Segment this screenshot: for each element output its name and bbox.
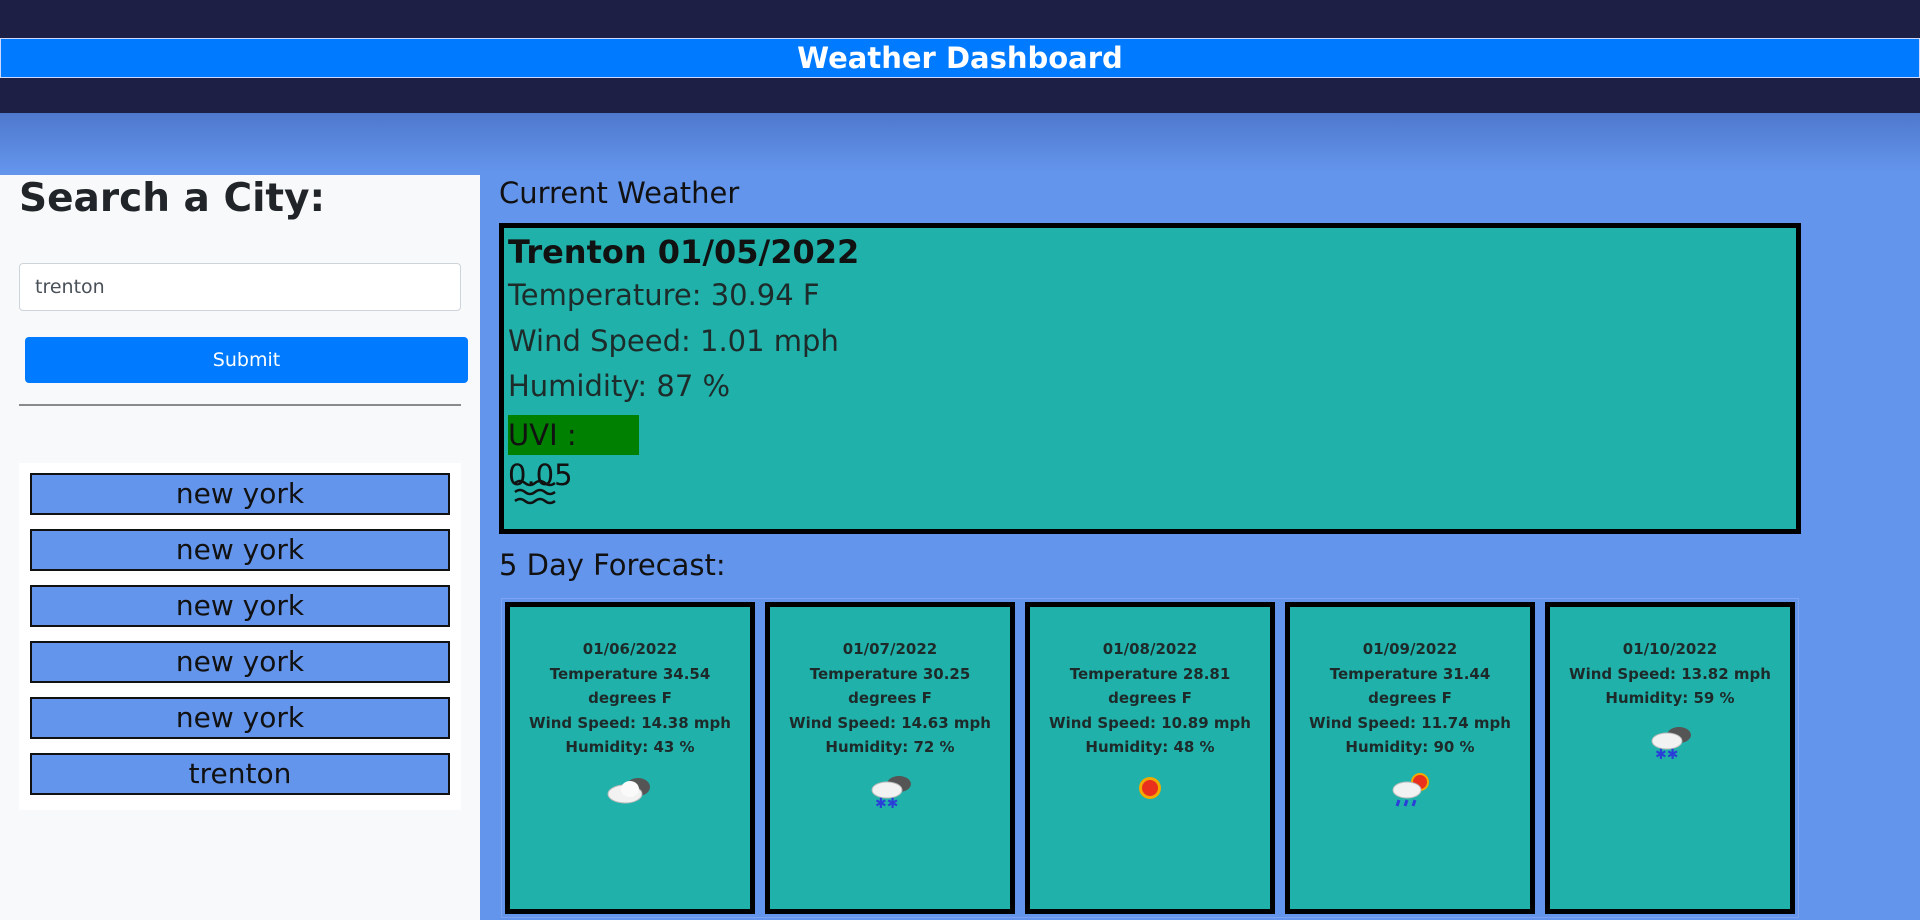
forecast-date: 01/10/2022 xyxy=(1622,640,1718,658)
svg-text:✱✱: ✱✱ xyxy=(1655,747,1678,761)
forecast-date: 01/07/2022 xyxy=(842,640,938,658)
snow-cloud-icon: ✱✱ xyxy=(1651,726,1691,761)
forecast-wind: Wind Speed: 10.89 mph xyxy=(1049,713,1251,732)
forecast-card: 01/08/2022 Temperature 28.81 degrees F W… xyxy=(1025,602,1275,914)
forecast-humidity: Humidity: 72 % xyxy=(825,738,955,756)
city-search-input[interactable] xyxy=(19,263,461,311)
forecast-temp-unit: degrees F xyxy=(588,689,672,707)
forecast-humidity: Humidity: 59 % xyxy=(1605,689,1735,707)
history-item[interactable]: new york xyxy=(30,473,450,515)
forecast-row: 01/06/2022 Temperature 34.54 degrees F W… xyxy=(501,598,1799,918)
current-wind: Wind Speed: 1.01 mph xyxy=(508,324,839,358)
history-item[interactable]: trenton xyxy=(30,753,450,795)
svg-text:✱✱: ✱✱ xyxy=(875,796,898,810)
forecast-temp-unit: degrees F xyxy=(1368,689,1452,707)
forecast-temp-unit: degrees F xyxy=(1108,689,1192,707)
current-weather-heading: Current Weather xyxy=(499,176,740,210)
forecast-wind: Wind Speed: 14.63 mph xyxy=(789,713,991,732)
cloudy-icon xyxy=(607,777,650,803)
forecast-date: 01/09/2022 xyxy=(1362,640,1458,658)
forecast-date: 01/06/2022 xyxy=(582,640,678,658)
history-item[interactable]: new york xyxy=(30,697,450,739)
forecast-card: 01/06/2022 Temperature 34.54 degrees F W… xyxy=(505,602,755,914)
forecast-heading: 5 Day Forecast: xyxy=(499,548,726,582)
forecast-temp: Temperature 31.44 xyxy=(1329,664,1491,683)
rain-sun-icon xyxy=(1392,772,1429,806)
forecast-temp: Temperature 34.54 xyxy=(549,664,711,683)
divider xyxy=(19,404,461,406)
history-item[interactable]: new york xyxy=(30,585,450,627)
title-bar: Weather Dashboard xyxy=(0,38,1920,78)
header-shadow xyxy=(0,113,1920,173)
current-humidity: Humidity: 87 % xyxy=(508,369,731,403)
forecast-date: 01/08/2022 xyxy=(1102,640,1198,658)
forecast-humidity: Humidity: 90 % xyxy=(1345,738,1475,756)
history-item[interactable]: new york xyxy=(30,641,450,683)
search-title: Search a City: xyxy=(19,176,326,221)
forecast-card: 01/07/2022 Temperature 30.25 degrees F W… xyxy=(765,602,1015,914)
forecast-humidity: Humidity: 48 % xyxy=(1085,738,1215,756)
forecast-temp: Temperature 30.25 xyxy=(809,664,971,683)
page-title: Weather Dashboard xyxy=(797,41,1123,75)
current-weather-card: Trenton 01/05/2022 Temperature: 30.94 F … xyxy=(499,223,1801,534)
current-temperature: Temperature: 30.94 F xyxy=(508,278,820,312)
submit-button[interactable]: Submit xyxy=(25,337,468,383)
forecast-temp-unit: degrees F xyxy=(848,689,932,707)
forecast-temp: Temperature 28.81 xyxy=(1069,664,1231,683)
forecast-wind: Wind Speed: 13.82 mph xyxy=(1569,664,1771,683)
forecast-card: 01/09/2022 Temperature 31.44 degrees F W… xyxy=(1285,602,1535,914)
sun-icon xyxy=(1139,776,1161,799)
city-date: Trenton 01/05/2022 xyxy=(508,233,860,271)
forecast-card: 01/10/2022 Wind Speed: 13.82 mph Humidit… xyxy=(1545,602,1795,914)
forecast-humidity: Humidity: 43 % xyxy=(565,738,695,756)
search-history-list: new york new york new york new york new … xyxy=(19,463,461,810)
forecast-wind: Wind Speed: 14.38 mph xyxy=(529,713,731,732)
history-item[interactable]: new york xyxy=(30,529,450,571)
uvi-badge: UVI : 0.05 xyxy=(508,415,639,492)
forecast-wind: Wind Speed: 11.74 mph xyxy=(1309,713,1511,732)
mist-icon xyxy=(514,479,556,505)
snow-cloud-icon: ✱✱ xyxy=(871,775,911,810)
